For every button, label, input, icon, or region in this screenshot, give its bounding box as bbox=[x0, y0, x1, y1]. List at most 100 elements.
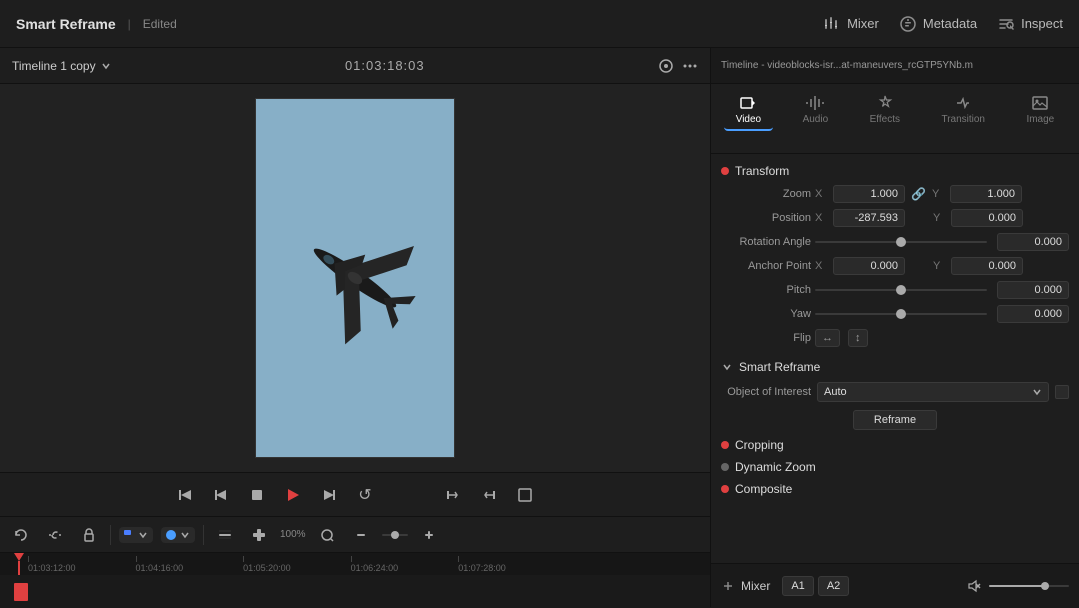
cropping-title: Cropping bbox=[735, 438, 784, 452]
preview-settings-icon[interactable] bbox=[658, 58, 674, 74]
prev-frame-button[interactable] bbox=[209, 483, 233, 507]
anchor-row: Anchor Point X 0.000 Y 0.000 bbox=[711, 254, 1079, 278]
reframe-button[interactable]: Reframe bbox=[853, 410, 937, 430]
zoom-row: Zoom X 1.000 🔗 Y 1.000 bbox=[711, 182, 1079, 206]
expand-icon[interactable] bbox=[721, 579, 735, 593]
clip-marker bbox=[14, 583, 28, 601]
loop-button[interactable]: ↺ bbox=[353, 483, 377, 507]
out-point-icon[interactable] bbox=[477, 483, 501, 507]
flip-vertical-button[interactable]: ↕ bbox=[848, 329, 868, 347]
tab-image-label: Image bbox=[1026, 114, 1054, 125]
tab-video[interactable]: Video bbox=[724, 90, 773, 131]
cropping-section-header[interactable]: Cropping bbox=[711, 434, 1079, 456]
transform-section-header[interactable]: Transform bbox=[711, 160, 1079, 182]
stop-button[interactable] bbox=[245, 483, 269, 507]
zoom-y-input[interactable]: 1.000 bbox=[950, 185, 1022, 203]
flag-dropdown-icon[interactable] bbox=[137, 529, 149, 541]
volume-area bbox=[967, 578, 1069, 594]
yaw-value[interactable]: 0.000 bbox=[997, 305, 1069, 323]
flag-icon bbox=[123, 529, 135, 541]
full-screen-icon[interactable] bbox=[513, 483, 537, 507]
smart-reframe-section-header[interactable]: Smart Reframe bbox=[711, 356, 1079, 378]
timeline-name: Timeline 1 copy bbox=[12, 59, 96, 73]
flip-horizontal-button[interactable]: ↔ bbox=[815, 329, 840, 347]
composite-title: Composite bbox=[735, 482, 792, 496]
composite-dot[interactable] bbox=[721, 485, 729, 493]
undo-button[interactable] bbox=[8, 522, 34, 548]
flag-group bbox=[119, 527, 153, 543]
track-a1[interactable]: A1 bbox=[782, 576, 813, 596]
zoom-out-area-button[interactable] bbox=[212, 522, 238, 548]
tab-icons-row: Video Audio Effects bbox=[711, 84, 1079, 133]
skip-to-start-button[interactable] bbox=[173, 483, 197, 507]
composite-section-header[interactable]: Composite bbox=[711, 478, 1079, 500]
color-group bbox=[161, 527, 195, 543]
dropdown-arrow-icon[interactable] bbox=[100, 60, 112, 72]
zoom-link-icon[interactable]: 🔗 bbox=[911, 187, 926, 201]
preview-canvas bbox=[0, 84, 710, 472]
cropping-dot[interactable] bbox=[721, 441, 729, 449]
lock-button[interactable] bbox=[76, 522, 102, 548]
file-path: Timeline - videoblocks-isr...at-maneuver… bbox=[721, 60, 973, 71]
rotation-value[interactable]: 0.000 bbox=[997, 233, 1069, 251]
object-dropdown[interactable]: Auto bbox=[817, 382, 1049, 402]
inspect-label: Inspect bbox=[1021, 16, 1063, 31]
tab-effects[interactable]: Effects bbox=[858, 90, 912, 131]
tab-image[interactable]: Image bbox=[1014, 90, 1066, 131]
position-x-input[interactable]: -287.593 bbox=[833, 209, 905, 227]
pos-x-axis: X bbox=[815, 212, 829, 224]
volume-slider[interactable] bbox=[989, 585, 1069, 587]
volume-mute-icon[interactable] bbox=[967, 578, 983, 594]
zoom-x-input[interactable]: 1.000 bbox=[833, 185, 905, 203]
mixer-button[interactable]: Mixer bbox=[823, 15, 879, 33]
tab-transition[interactable]: Transition bbox=[929, 90, 997, 131]
flip-label: Flip bbox=[721, 332, 811, 344]
smart-reframe-collapse-icon[interactable] bbox=[721, 361, 733, 373]
next-frame-button[interactable] bbox=[317, 483, 341, 507]
image-tab-icon bbox=[1031, 94, 1049, 112]
flip-row: Flip ↔ ↕ bbox=[711, 326, 1079, 350]
yaw-label: Yaw bbox=[721, 308, 811, 320]
anchor-x-input[interactable]: 0.000 bbox=[833, 257, 905, 275]
zoom-label: 100% bbox=[280, 529, 306, 540]
pitch-slider[interactable] bbox=[815, 289, 987, 291]
pitch-value[interactable]: 0.000 bbox=[997, 281, 1069, 299]
zoom-slider[interactable] bbox=[382, 522, 408, 548]
tab-audio[interactable]: Audio bbox=[791, 90, 841, 131]
dropdown-chevron-icon bbox=[1032, 387, 1042, 397]
link-button[interactable] bbox=[42, 522, 68, 548]
metadata-label: Metadata bbox=[923, 16, 977, 31]
transform-enable-dot[interactable] bbox=[721, 167, 729, 175]
pitch-label: Pitch bbox=[721, 284, 811, 296]
anchor-y-input[interactable]: 0.000 bbox=[951, 257, 1023, 275]
track-area bbox=[0, 575, 710, 608]
pitch-row: Pitch 0.000 bbox=[711, 278, 1079, 302]
zoom-plus-button[interactable] bbox=[416, 522, 442, 548]
yaw-row: Yaw 0.000 bbox=[711, 302, 1079, 326]
preview-area: Timeline 1 copy 01:03:18:03 bbox=[0, 48, 710, 472]
jet-frame bbox=[255, 98, 455, 458]
timeline-toolbar: 100% bbox=[0, 516, 710, 552]
track-a2[interactable]: A2 bbox=[818, 576, 849, 596]
inspector-content: Transform Zoom X 1.000 🔗 Y 1.000 Positio… bbox=[711, 154, 1079, 563]
jet-aircraft bbox=[255, 177, 455, 378]
smart-reframe-checkbox[interactable] bbox=[1055, 385, 1069, 399]
dynamic-zoom-section-header[interactable]: Dynamic Zoom bbox=[711, 456, 1079, 478]
rotation-slider[interactable] bbox=[815, 241, 987, 243]
color-dropdown-icon[interactable] bbox=[179, 529, 191, 541]
zoom-in-area-button[interactable] bbox=[246, 522, 272, 548]
yaw-slider[interactable] bbox=[815, 313, 987, 315]
dynamic-zoom-dot[interactable] bbox=[721, 463, 729, 471]
position-y-input[interactable]: 0.000 bbox=[951, 209, 1023, 227]
video-tab-icon bbox=[739, 94, 757, 112]
zoom-minus-button[interactable] bbox=[348, 522, 374, 548]
edited-label: Edited bbox=[143, 17, 177, 31]
rotation-label: Rotation Angle bbox=[721, 236, 811, 248]
pos-y-axis: Y bbox=[933, 212, 947, 224]
play-button[interactable] bbox=[281, 483, 305, 507]
zoom-fit-button[interactable] bbox=[314, 522, 340, 548]
preview-more-icon[interactable] bbox=[682, 58, 698, 74]
in-point-icon[interactable] bbox=[441, 483, 465, 507]
metadata-button[interactable]: Metadata bbox=[899, 15, 977, 33]
inspect-button[interactable]: Inspect bbox=[997, 15, 1063, 33]
